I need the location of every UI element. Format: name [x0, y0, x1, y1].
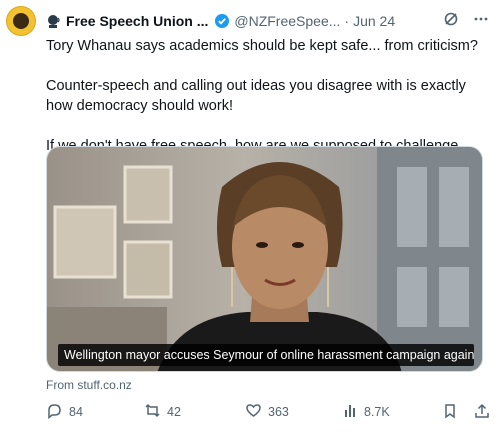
bookmark-icon	[442, 403, 458, 422]
media-caption: Wellington mayor accuses Seymour of onli…	[58, 344, 474, 366]
views-count: 8.7K	[364, 405, 390, 419]
author-name[interactable]: Free Speech Union ...	[66, 13, 208, 29]
grok-icon[interactable]	[443, 11, 459, 27]
reply-button[interactable]: 84	[46, 402, 83, 422]
share-icon	[474, 403, 490, 422]
verified-badge-icon	[214, 13, 230, 29]
share-button[interactable]	[474, 403, 490, 422]
action-bar: 84 42 363 8.7K	[46, 402, 501, 422]
separator: ·	[344, 13, 350, 29]
like-count: 363	[268, 405, 289, 419]
repost-button[interactable]: 42	[144, 402, 181, 422]
author-avatar[interactable]	[6, 6, 36, 36]
video-thumbnail	[47, 147, 482, 371]
bookmark-button[interactable]	[442, 403, 458, 422]
author-handle[interactable]: @NZFreeSpee...	[234, 13, 340, 29]
like-icon	[245, 402, 262, 422]
speaking-head-icon	[46, 13, 62, 29]
more-icon[interactable]	[473, 11, 489, 27]
reply-icon	[46, 402, 63, 422]
tweet-paragraph-1: Tory Whanau says academics should be kep…	[46, 38, 478, 54]
media-card[interactable]	[46, 146, 483, 372]
tweet-date[interactable]: Jun 24	[353, 13, 395, 29]
reply-count: 84	[69, 405, 83, 419]
views-button[interactable]: 8.7K	[343, 403, 390, 421]
repost-count: 42	[167, 405, 181, 419]
repost-icon	[144, 402, 161, 422]
like-button[interactable]: 363	[245, 402, 289, 422]
views-icon	[343, 403, 358, 421]
link-source[interactable]: From stuff.co.nz	[46, 378, 132, 392]
tweet-header: Free Speech Union ... @NZFreeSpee... · J…	[46, 10, 493, 32]
tweet-paragraph-2: Counter-speech and calling out ideas you…	[46, 78, 466, 114]
